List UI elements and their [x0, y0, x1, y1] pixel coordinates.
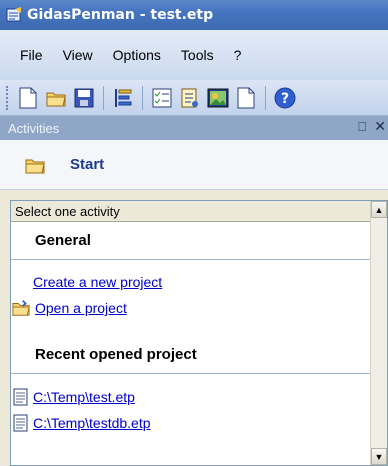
menu-view[interactable]: View — [53, 47, 103, 63]
recent-file-row[interactable]: C:\Temp\testdb.etp — [13, 414, 151, 432]
document-list-icon[interactable] — [178, 86, 202, 110]
create-project-link[interactable]: Create a new project — [33, 274, 162, 290]
scroll-down-button[interactable]: ▼ — [371, 448, 387, 465]
toolbar-separator — [265, 85, 266, 110]
vertical-scrollbar[interactable]: ▲ ▼ — [370, 201, 387, 465]
help-icon[interactable]: ? — [273, 86, 297, 110]
start-bar[interactable]: Start — [0, 140, 388, 190]
section-divider — [11, 373, 371, 374]
svg-text:?: ? — [281, 91, 289, 107]
pane-title: Activities — [8, 120, 60, 136]
toolbar-separator — [103, 85, 104, 110]
close-icon[interactable]: ✕ — [374, 118, 386, 135]
menu-file[interactable]: File — [12, 47, 53, 63]
app-icon — [6, 7, 21, 22]
open-project-link[interactable]: Open a project — [35, 300, 127, 316]
recent-file-link[interactable]: C:\Temp\testdb.etp — [33, 415, 151, 431]
general-section-title: General — [35, 232, 91, 249]
recent-file-row[interactable]: C:\Temp\test.etp — [13, 388, 135, 406]
pin-icon[interactable]: ⎕ — [358, 119, 366, 135]
start-label[interactable]: Start — [70, 156, 104, 173]
document-icon — [13, 388, 28, 406]
activity-list: Select one activity General Create a new… — [10, 200, 388, 466]
list-header: Select one activity — [11, 201, 387, 222]
activities-pane-header: Activities ⎕ ✕ — [0, 116, 388, 140]
title-bar: GidasPenman - test.etp — [0, 0, 388, 30]
blank-page-icon[interactable] — [234, 86, 258, 110]
open-folder-icon[interactable] — [44, 86, 68, 110]
recent-section-title: Recent opened project — [35, 346, 197, 363]
menu-bar: File View Options Tools ? — [0, 30, 388, 80]
section-divider — [11, 259, 371, 260]
open-project-row[interactable]: Open a project — [11, 299, 127, 317]
window-title: GidasPenman - test.etp — [27, 7, 214, 23]
list-icon[interactable] — [111, 86, 135, 110]
scroll-up-button[interactable]: ▲ — [371, 201, 387, 218]
open-folder-icon — [25, 159, 45, 173]
new-file-icon[interactable] — [16, 86, 40, 110]
toolbar-separator — [142, 85, 143, 110]
recent-file-link[interactable]: C:\Temp\test.etp — [33, 389, 135, 405]
toolbar: ? — [0, 80, 388, 116]
image-icon[interactable] — [206, 86, 230, 110]
save-icon[interactable] — [72, 86, 96, 110]
document-icon — [13, 414, 28, 432]
menu-help[interactable]: ? — [224, 47, 252, 63]
menu-tools[interactable]: Tools — [171, 47, 224, 63]
checklist-icon[interactable] — [150, 86, 174, 110]
toolbar-grip[interactable] — [6, 85, 10, 110]
menu-options[interactable]: Options — [103, 47, 171, 63]
open-folder-icon — [12, 300, 30, 316]
